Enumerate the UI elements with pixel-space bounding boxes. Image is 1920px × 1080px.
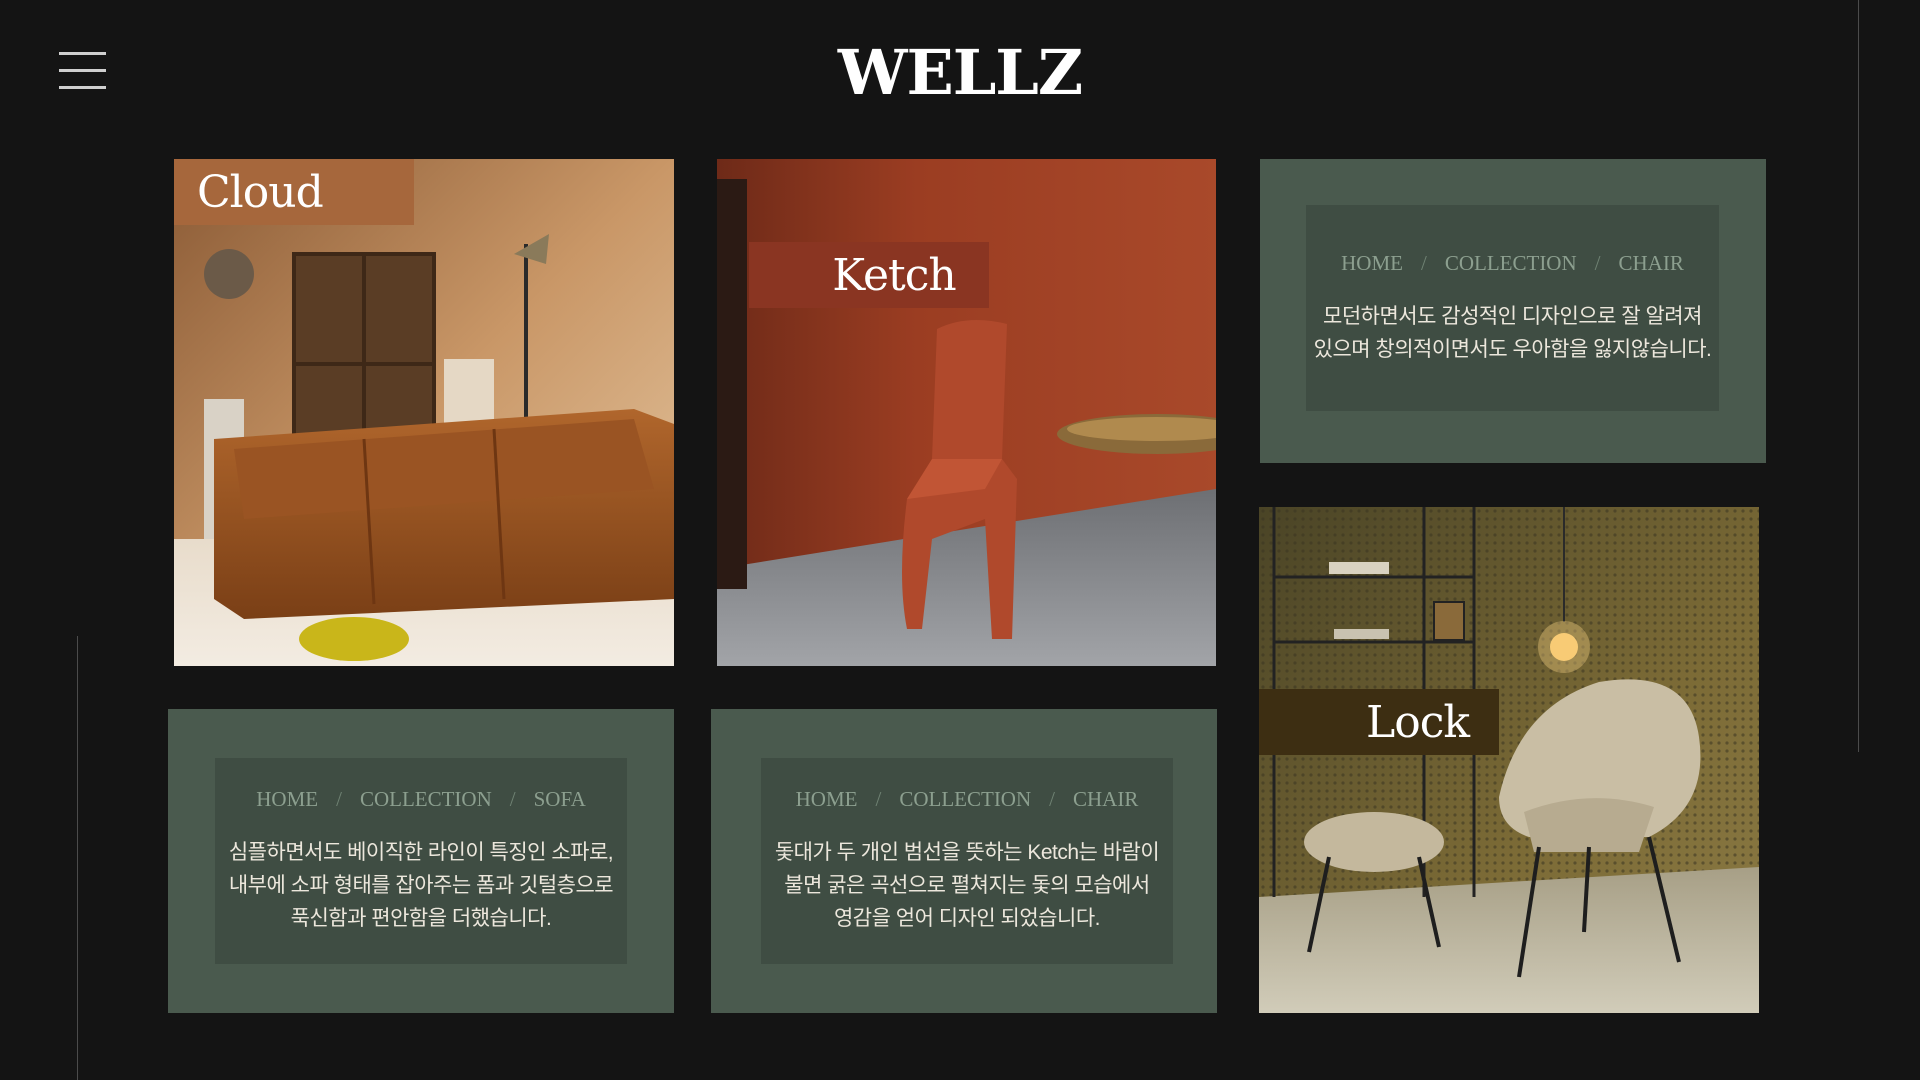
sofa-photo — [174, 159, 674, 666]
description-line: 푹신함과 편안함을 더했습니다. — [290, 907, 552, 930]
product-tile-ketch[interactable]: Ketch — [717, 159, 1216, 666]
info-card-ketch-detail: HOME / COLLECTION / CHAIR 모던하면서도 감성적인 디자… — [1260, 159, 1766, 463]
description-line: 불면 굵은 곡선으로 펼쳐지는 돛의 모습에서 — [784, 874, 1150, 897]
description-line: 심플하면서도 베이직한 라인이 특징인 소파로, — [228, 841, 614, 864]
breadcrumb-category-link[interactable]: CHAIR — [1619, 251, 1684, 276]
breadcrumb: HOME / COLLECTION / CHAIR — [1341, 251, 1684, 276]
breadcrumb-collection-link[interactable]: COLLECTION — [899, 787, 1031, 812]
description-line: 돛대가 두 개인 범선을 뜻하는 Ketch는 바람이 — [774, 841, 1160, 864]
product-description: 모던하면서도 감성적인 디자인으로 잘 알려져 있으며 창의적이면서도 우아함을… — [1314, 300, 1712, 366]
product-label: Ketch — [749, 242, 989, 308]
left-divider-line — [77, 636, 78, 1080]
breadcrumb-home-link[interactable]: HOME — [1341, 251, 1403, 276]
product-label: Lock — [1259, 689, 1499, 755]
breadcrumb-separator: / — [1049, 787, 1055, 811]
info-card-ketch-story: HOME / COLLECTION / CHAIR 돛대가 두 개인 범선을 뜻… — [711, 709, 1217, 1013]
breadcrumb-collection-link[interactable]: COLLECTION — [1445, 251, 1577, 276]
breadcrumb-separator: / — [1420, 250, 1427, 275]
product-description: 심플하면서도 베이직한 라인이 특징인 소파로, 내부에 소파 형태를 잡아주는… — [228, 836, 614, 935]
info-card-cloud-detail: HOME / COLLECTION / SOFA 심플하면서도 베이직한 라인이… — [168, 709, 674, 1013]
description-line: 모던하면서도 감성적인 디자인으로 잘 알려져 — [1323, 304, 1702, 328]
lounge-chair-photo — [1259, 507, 1759, 1013]
breadcrumb: HOME / COLLECTION / CHAIR — [796, 787, 1139, 812]
breadcrumb-home-link[interactable]: HOME — [796, 787, 858, 812]
description-line: 영감을 얻어 디자인 되었습니다. — [833, 907, 1101, 930]
breadcrumb-collection-link[interactable]: COLLECTION — [360, 787, 492, 812]
right-divider-line — [1858, 0, 1859, 752]
breadcrumb-category-link[interactable]: SOFA — [534, 787, 586, 812]
product-label: Cloud — [174, 159, 414, 225]
brand-logo[interactable]: WELLZ — [0, 36, 1920, 109]
product-tile-cloud[interactable]: Cloud — [174, 159, 674, 666]
breadcrumb-separator: / — [336, 787, 342, 811]
chair-photo — [717, 159, 1216, 666]
breadcrumb-separator: / — [1594, 250, 1601, 275]
product-tile-lock[interactable]: Lock — [1259, 507, 1759, 1013]
breadcrumb: HOME / COLLECTION / SOFA — [256, 787, 586, 812]
description-line: 있으며 창의적이면서도 우아함을 잃지않습니다. — [1313, 337, 1712, 361]
breadcrumb-separator: / — [875, 787, 882, 811]
breadcrumb-separator: / — [509, 787, 516, 811]
product-description: 돛대가 두 개인 범선을 뜻하는 Ketch는 바람이 불면 굵은 곡선으로 펼… — [774, 836, 1160, 935]
breadcrumb-category-link[interactable]: CHAIR — [1073, 787, 1138, 812]
description-line: 내부에 소파 형태를 잡아주는 폼과 깃털층으로 — [228, 874, 614, 897]
breadcrumb-home-link[interactable]: HOME — [256, 787, 318, 812]
